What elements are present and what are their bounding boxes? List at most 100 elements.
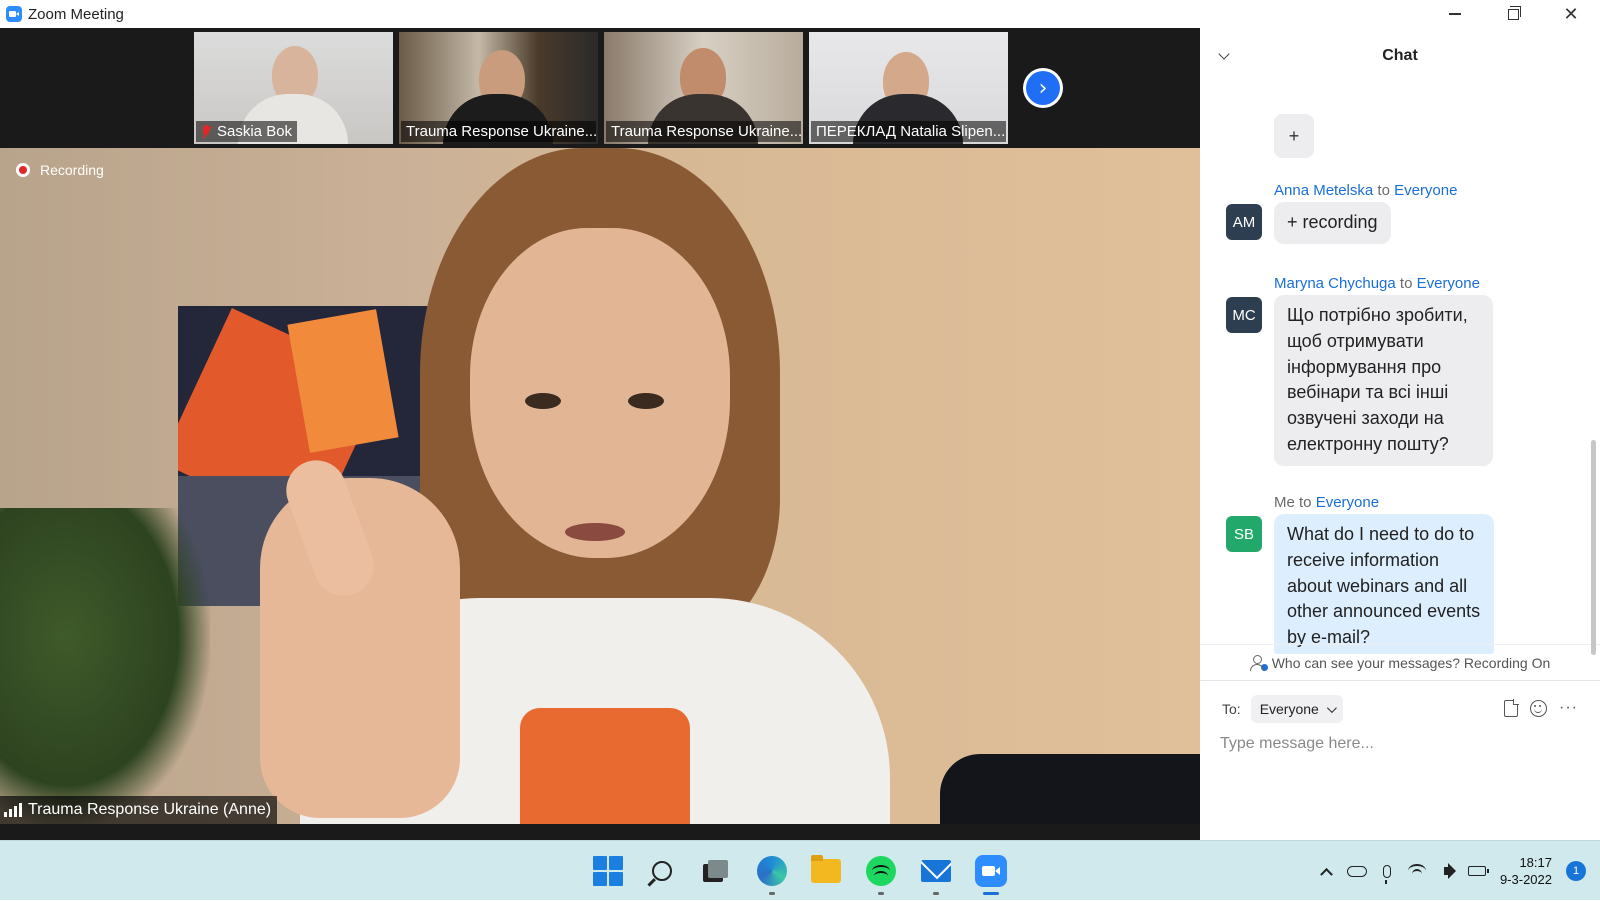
to-word: to bbox=[1377, 182, 1390, 199]
battery-icon bbox=[1467, 866, 1489, 876]
title-bar: Zoom Meeting bbox=[0, 0, 1200, 28]
collapse-chat-button[interactable] bbox=[1218, 46, 1234, 60]
chat-bubble: What do I need to do to receive informat… bbox=[1274, 514, 1494, 654]
chevron-down-icon bbox=[1218, 48, 1230, 60]
participant-thumbnail[interactable]: Trauma Response Ukraine... bbox=[604, 32, 803, 144]
chevron-down-icon bbox=[1326, 702, 1337, 713]
folder-icon bbox=[811, 855, 841, 883]
edge-icon bbox=[757, 856, 787, 886]
message-header: Maryna Chychuga to Everyone bbox=[1274, 275, 1480, 292]
chat-message-list[interactable]: + Anna Metelska to Everyone AM + recordi… bbox=[1200, 84, 1590, 654]
message-input[interactable] bbox=[1220, 729, 1580, 759]
battery-button[interactable] bbox=[1462, 856, 1492, 886]
taskbar-search-button[interactable] bbox=[644, 853, 680, 889]
mic-muted-icon bbox=[201, 124, 211, 139]
wifi-button[interactable] bbox=[1402, 856, 1432, 886]
restore-icon bbox=[1507, 5, 1521, 20]
cloud-icon bbox=[1346, 865, 1367, 877]
next-participants-button[interactable]: › bbox=[1023, 68, 1063, 108]
clock-time: 18:17 bbox=[1519, 855, 1552, 870]
connection-signal-icon bbox=[4, 803, 22, 817]
sender-name: Me bbox=[1274, 494, 1295, 511]
search-icon bbox=[652, 861, 672, 881]
notification-badge[interactable]: 1 bbox=[1566, 861, 1586, 881]
active-speaker-name-tag: Trauma Response Ukraine (Anne) bbox=[0, 796, 278, 824]
active-indicator bbox=[983, 892, 999, 895]
chat-bubble: + bbox=[1274, 114, 1314, 158]
chat-header: Chat bbox=[1200, 28, 1600, 84]
recipient-name[interactable]: Everyone bbox=[1394, 182, 1457, 199]
close-button[interactable]: ✕ bbox=[1542, 0, 1600, 28]
message-visibility-note[interactable]: Who can see your messages? Recording On bbox=[1200, 644, 1600, 680]
microphone-icon bbox=[1382, 864, 1391, 884]
windows-icon bbox=[593, 856, 623, 886]
more-options-icon[interactable]: ··· bbox=[1559, 699, 1578, 717]
mail-icon bbox=[921, 860, 951, 882]
participant-thumbnail-strip: Saskia Bok Trauma Response Ukraine... Tr… bbox=[0, 28, 1200, 148]
participant-thumbnail[interactable]: ПЕРЕКЛАД Natalia Slipen... bbox=[809, 32, 1008, 144]
visibility-note-text: Who can see your messages? Recording On bbox=[1271, 654, 1551, 671]
window-controls: ✕ bbox=[1200, 0, 1600, 28]
task-view-button[interactable] bbox=[698, 853, 734, 889]
sender-name[interactable]: Anna Metelska bbox=[1274, 182, 1373, 199]
plant bbox=[0, 508, 210, 824]
running-indicator bbox=[878, 892, 884, 895]
file-explorer-button[interactable] bbox=[808, 853, 844, 889]
restore-button[interactable] bbox=[1484, 0, 1542, 28]
participant-thumbnail[interactable]: Trauma Response Ukraine... bbox=[399, 32, 598, 144]
speaker-icon bbox=[1443, 863, 1456, 879]
minimize-button[interactable] bbox=[1426, 0, 1484, 28]
participant-name-tag: ПЕРЕКЛАД Natalia Slipen... bbox=[811, 121, 1006, 142]
recording-label: Recording bbox=[40, 162, 104, 178]
recipient-value: Everyone bbox=[1259, 701, 1319, 717]
microphone-button[interactable] bbox=[1372, 856, 1402, 886]
chevron-right-icon: › bbox=[1026, 71, 1060, 105]
participant-name: ПЕРЕКЛАД Natalia Slipen... bbox=[816, 123, 1006, 140]
active-speaker-name: Trauma Response Ukraine (Anne) bbox=[28, 801, 272, 818]
mail-button[interactable] bbox=[918, 853, 954, 895]
close-icon: ✕ bbox=[1563, 3, 1579, 25]
recipient-name[interactable]: Everyone bbox=[1316, 494, 1379, 511]
recording-icon bbox=[16, 163, 30, 177]
to-word: to bbox=[1399, 275, 1413, 292]
clock[interactable]: 18:17 9-3-2022 bbox=[1500, 854, 1552, 888]
running-indicator bbox=[769, 892, 775, 895]
chat-compose-area: To: Everyone ··· bbox=[1200, 680, 1600, 840]
people-icon bbox=[1249, 654, 1268, 671]
chevron-up-icon bbox=[1320, 867, 1334, 881]
task-view-icon bbox=[703, 860, 729, 882]
recipient-row: To: Everyone bbox=[1222, 695, 1343, 723]
window-title: Zoom Meeting bbox=[28, 5, 124, 23]
zoom-taskbar-button[interactable] bbox=[973, 853, 1009, 895]
edge-button[interactable] bbox=[754, 853, 790, 895]
participant-thumbnail[interactable]: Saskia Bok bbox=[194, 32, 393, 144]
file-icon[interactable] bbox=[1504, 699, 1519, 717]
taskbar: 18:17 9-3-2022 1 bbox=[0, 840, 1600, 900]
recipient-dropdown[interactable]: Everyone bbox=[1250, 695, 1343, 723]
recording-indicator[interactable]: Recording bbox=[16, 162, 104, 178]
zoom-app-icon bbox=[6, 6, 22, 22]
avatar: MC bbox=[1226, 297, 1262, 333]
chat-bubble: + recording bbox=[1274, 202, 1391, 244]
participant-name-tag: Trauma Response Ukraine... bbox=[401, 121, 596, 142]
start-button[interactable] bbox=[590, 853, 626, 889]
to-label: To: bbox=[1222, 701, 1241, 717]
recipient-name[interactable]: Everyone bbox=[1417, 275, 1480, 292]
participant-name: Trauma Response Ukraine... bbox=[611, 123, 801, 140]
message-header: Me to Everyone bbox=[1274, 494, 1379, 511]
emoji-icon[interactable] bbox=[1530, 699, 1548, 717]
avatar: SB bbox=[1226, 516, 1262, 552]
show-hidden-icons-button[interactable] bbox=[1312, 856, 1342, 886]
onedrive-button[interactable] bbox=[1342, 856, 1372, 886]
chat-scrollbar[interactable] bbox=[1591, 440, 1596, 655]
spotify-button[interactable] bbox=[863, 853, 899, 895]
chair bbox=[940, 754, 1200, 824]
volume-button[interactable] bbox=[1432, 856, 1462, 886]
sender-name[interactable]: Maryna Chychuga bbox=[1274, 275, 1396, 292]
message-header: Anna Metelska to Everyone bbox=[1274, 182, 1457, 199]
clock-date: 9-3-2022 bbox=[1499, 872, 1552, 887]
spotify-icon bbox=[866, 856, 896, 886]
speaker-face bbox=[470, 228, 730, 558]
zoom-icon bbox=[975, 855, 1007, 887]
participant-name: Trauma Response Ukraine... bbox=[406, 123, 596, 140]
